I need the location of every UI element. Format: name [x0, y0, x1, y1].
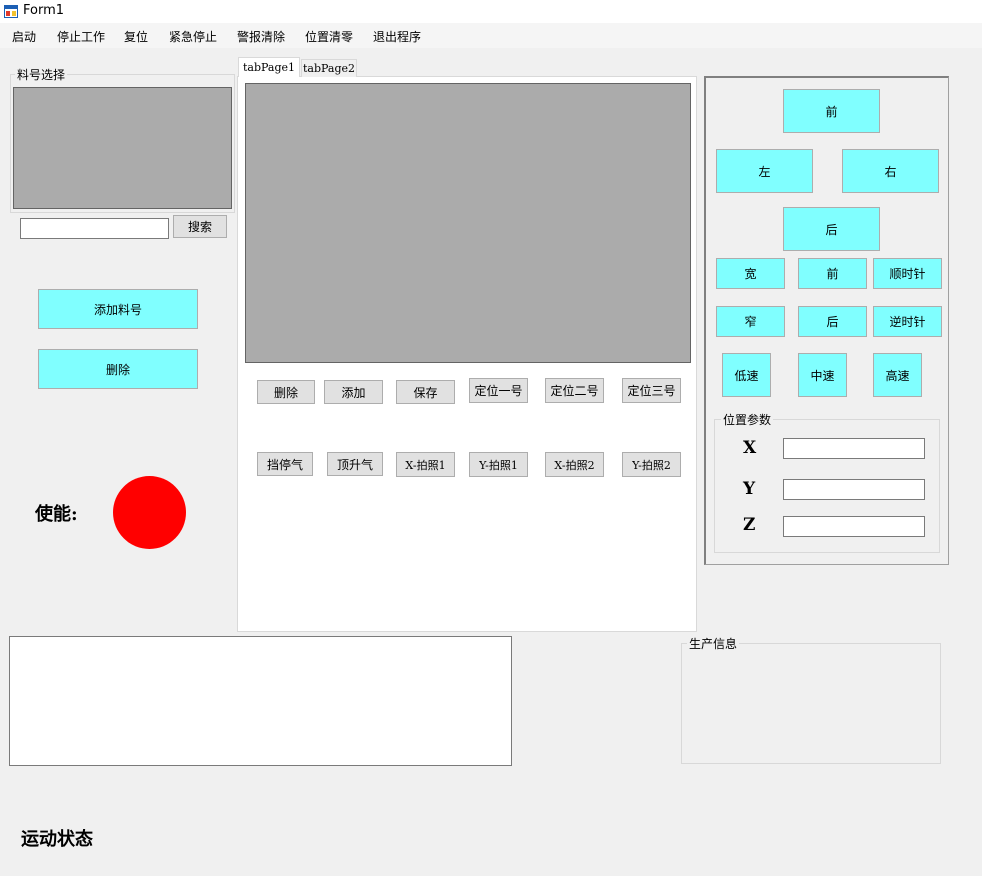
menu-zero-position[interactable]: 位置清零 [305, 28, 353, 45]
front-small-button[interactable]: 前 [798, 258, 867, 289]
x-label: X [743, 438, 757, 458]
part-list[interactable] [13, 87, 232, 209]
window-title: Form1 [23, 3, 65, 18]
search-button[interactable]: 搜索 [173, 215, 227, 238]
left-button[interactable]: 左 [716, 149, 813, 193]
speed-low-button[interactable]: 低速 [722, 353, 771, 397]
menu-reset[interactable]: 复位 [124, 28, 148, 45]
x-position-field[interactable] [783, 438, 925, 459]
z-position-field[interactable] [783, 516, 925, 537]
menu-clear-alarm[interactable]: 警报清除 [237, 28, 285, 45]
add-part-button[interactable]: 添加料号 [38, 289, 198, 329]
search-input[interactable] [20, 218, 169, 239]
x-photo-1-button[interactable]: X-拍照1 [396, 452, 455, 477]
y-photo-1-button[interactable]: Y-拍照1 [469, 452, 528, 477]
locate-3-button[interactable]: 定位三号 [622, 378, 681, 403]
lift-air-button[interactable]: 顶升气 [327, 452, 383, 476]
tab-page1[interactable]: tabPage1 [238, 57, 300, 77]
y-photo-2-button[interactable]: Y-拍照2 [622, 452, 681, 477]
y-label: Y [743, 479, 756, 499]
counterclockwise-button[interactable]: 逆时针 [873, 306, 942, 337]
tab-save-button[interactable]: 保存 [396, 380, 455, 404]
narrow-button[interactable]: 窄 [716, 306, 785, 337]
part-select-title: 料号选择 [15, 66, 68, 83]
production-info-title: 生产信息 [687, 635, 740, 652]
data-grid[interactable] [245, 83, 691, 363]
log-textbox[interactable] [9, 636, 512, 766]
position-group-title: 位置参数 [721, 411, 774, 428]
stopper-air-button[interactable]: 挡停气 [257, 452, 313, 476]
motion-status-label: 运动状态 [21, 829, 93, 850]
back-button[interactable]: 后 [783, 207, 880, 251]
locate-2-button[interactable]: 定位二号 [545, 378, 604, 403]
menu-start[interactable]: 启动 [12, 28, 36, 45]
y-position-field[interactable] [783, 479, 925, 500]
locate-1-button[interactable]: 定位一号 [469, 378, 528, 403]
menu-stop-work[interactable]: 停止工作 [57, 28, 105, 45]
form-icon [4, 5, 18, 18]
title-bar [0, 0, 982, 23]
forward-button[interactable]: 前 [783, 89, 880, 133]
clockwise-button[interactable]: 顺时针 [873, 258, 942, 289]
wide-button[interactable]: 宽 [716, 258, 785, 289]
right-button[interactable]: 右 [842, 149, 939, 193]
menu-emergency-stop[interactable]: 紧急停止 [169, 28, 217, 45]
tab-delete-button[interactable]: 删除 [257, 380, 315, 404]
x-photo-2-button[interactable]: X-拍照2 [545, 452, 604, 477]
speed-high-button[interactable]: 高速 [873, 353, 922, 397]
tab-page2[interactable]: tabPage2 [301, 59, 357, 77]
speed-mid-button[interactable]: 中速 [798, 353, 847, 397]
back-small-button[interactable]: 后 [798, 306, 867, 337]
enable-indicator [113, 476, 186, 549]
enable-label: 使能: [35, 504, 78, 525]
z-label: Z [743, 515, 756, 535]
tab-add-button[interactable]: 添加 [324, 380, 383, 404]
menu-exit[interactable]: 退出程序 [373, 28, 421, 45]
production-info-group [681, 643, 941, 764]
delete-part-button[interactable]: 删除 [38, 349, 198, 389]
